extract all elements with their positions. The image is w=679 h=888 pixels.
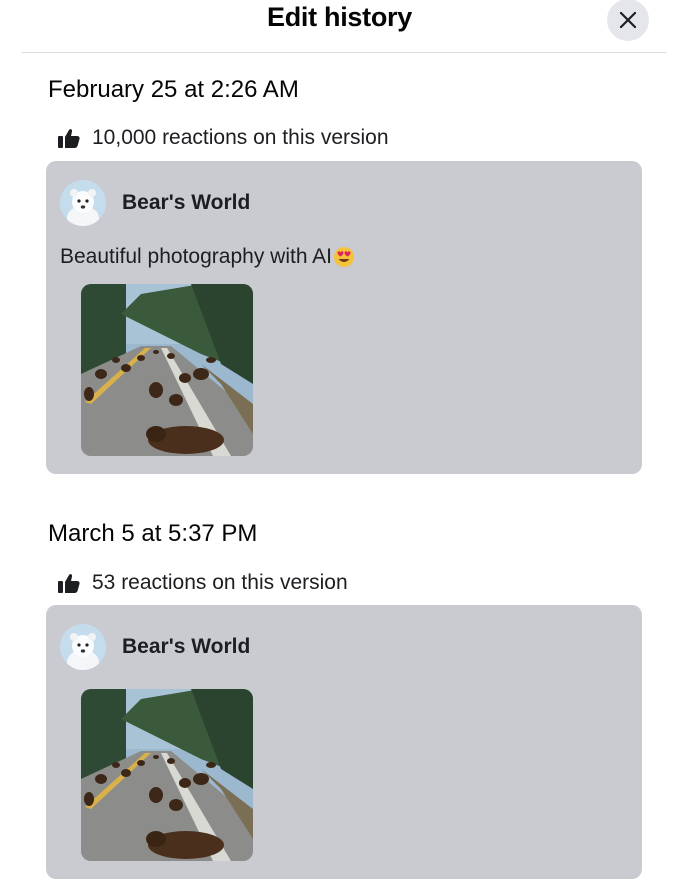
heart-eyes-emoji-icon bbox=[333, 246, 355, 268]
header-divider bbox=[22, 52, 666, 53]
post-text: Beautiful photography with AI bbox=[60, 245, 355, 269]
close-button[interactable] bbox=[607, 0, 649, 41]
post-card: Bear's World Beautiful photography with … bbox=[46, 161, 642, 474]
author-name[interactable]: Bear's World bbox=[122, 191, 250, 215]
like-icon bbox=[58, 573, 80, 593]
dialog-header: Edit history bbox=[0, 0, 679, 52]
avatar[interactable] bbox=[60, 180, 106, 226]
close-icon bbox=[619, 11, 637, 29]
version-reactions: 53 reactions on this version bbox=[58, 570, 348, 596]
post-photo[interactable] bbox=[81, 689, 253, 861]
reactions-label: 53 reactions on this version bbox=[92, 571, 348, 594]
bears-on-road-photo bbox=[81, 284, 253, 456]
polar-bear-avatar-icon bbox=[60, 624, 106, 670]
version-date: March 5 at 5:37 PM bbox=[48, 520, 258, 547]
version-reactions: 10,000 reactions on this version bbox=[58, 125, 389, 151]
avatar[interactable] bbox=[60, 624, 106, 670]
dialog-title: Edit history bbox=[267, 2, 412, 32]
reactions-label: 10,000 reactions on this version bbox=[92, 126, 389, 149]
bears-on-road-photo bbox=[81, 689, 253, 861]
like-icon bbox=[58, 128, 80, 148]
post-card: Bear's World bbox=[46, 605, 642, 879]
author-name[interactable]: Bear's World bbox=[122, 635, 250, 659]
version-date: February 25 at 2:26 AM bbox=[48, 76, 299, 103]
post-text-content: Beautiful photography with AI bbox=[60, 245, 333, 268]
polar-bear-avatar-icon bbox=[60, 180, 106, 226]
post-photo[interactable] bbox=[81, 284, 253, 456]
